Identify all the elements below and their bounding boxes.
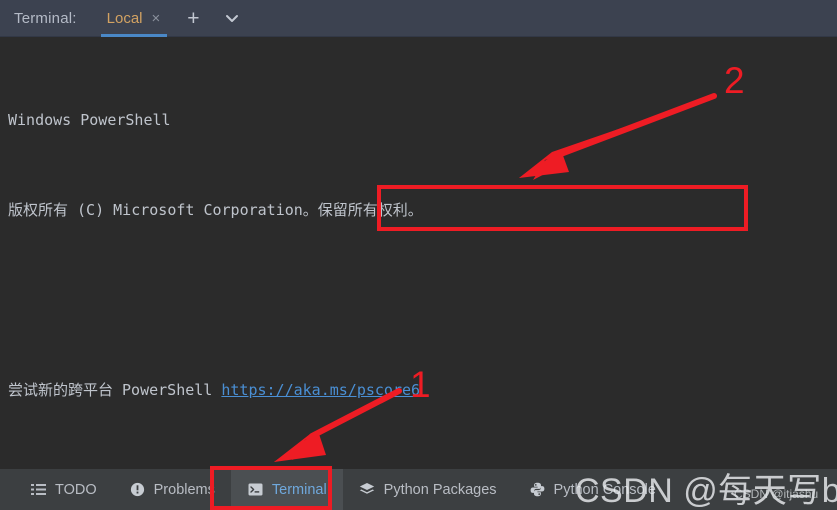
warning-circle-icon [129,481,146,498]
close-icon[interactable]: × [152,11,161,26]
terminal-line: 版权所有 (C) Microsoft Corporation。保留所有权利。 [8,201,423,219]
tool-button-label: TODO [55,481,97,498]
tool-button-python-packages[interactable]: Python Packages [343,469,513,510]
tool-button-terminal[interactable]: Terminal [230,468,343,510]
watermark-secondary: CSDN @itjashu [734,487,819,501]
annotation-label-2: 2 [724,60,745,101]
terminal-line-text: 尝试新的跨平台 PowerShell [8,381,222,399]
pycharm-terminal-window: Terminal: Local × + Windows PowerShell 版… [0,0,837,510]
terminal-icon [247,481,264,498]
terminal-line: Windows PowerShell [8,111,171,129]
list-icon [30,481,47,498]
tool-button-label: Problems [153,481,215,498]
terminal-tab-bar: Terminal: Local × + [0,0,837,37]
tool-button-label: Python Packages [383,481,497,498]
pscore6-link[interactable]: https://aka.ms/pscore6 [221,381,420,399]
tool-button-todo[interactable]: TODO [14,469,113,510]
python-icon [529,481,546,498]
terminal-panel-title: Terminal: [14,9,77,27]
chevron-down-icon[interactable] [224,10,240,26]
layers-icon [359,481,376,498]
add-terminal-icon[interactable]: + [187,8,199,29]
terminal-tab-local[interactable]: Local × [97,0,170,37]
tool-button-problems[interactable]: Problems [113,469,231,510]
tool-button-label: Terminal [271,481,327,498]
terminal-tab-local-label: Local [106,9,143,27]
annotation-label-1: 1 [410,364,431,405]
